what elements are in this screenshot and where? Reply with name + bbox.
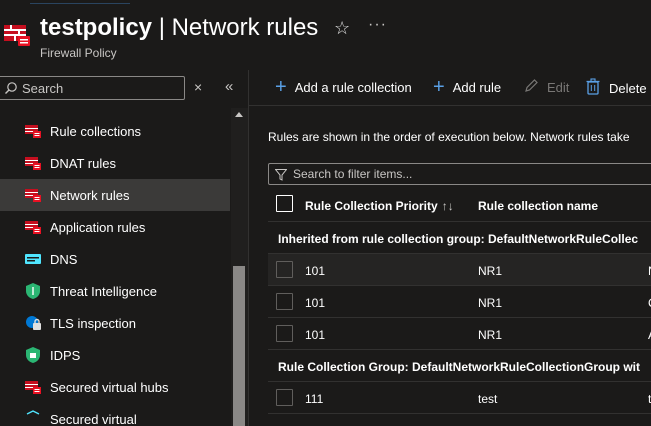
page-header: testpolicy | Network rules Firewall Poli…	[0, 0, 651, 70]
shield-icon	[24, 282, 42, 300]
sidebar-item-dns[interactable]: DNS	[0, 243, 230, 275]
sidebar-item-dnat-rules[interactable]: DNAT rules	[0, 147, 230, 179]
sidebar-item-rule-collections[interactable]: Rule collections	[0, 115, 230, 147]
sidebar-item-label: Rule collections	[50, 123, 142, 139]
delete-button[interactable]: Delete	[585, 78, 647, 99]
group-header-row[interactable]: Inherited from rule collection group: De…	[268, 222, 651, 254]
dns-icon	[24, 250, 42, 268]
sidebar-item-secured-virtual-hubs[interactable]: Secured virtual hubs	[0, 371, 230, 403]
menu-search-box[interactable]	[0, 76, 185, 100]
page-subtitle: Firewall Policy	[40, 46, 117, 60]
filter-icon	[274, 168, 288, 181]
column-header-name[interactable]: Rule collection name	[478, 199, 598, 213]
sidebar-item-threat-intelligence[interactable]: Threat Intelligence	[0, 275, 230, 307]
pencil-icon	[523, 78, 539, 97]
sidebar-scrollbar[interactable]	[231, 108, 248, 426]
firewall-policy-icon	[24, 378, 42, 396]
sidebar-item-label: Network rules	[50, 187, 130, 203]
command-bar: + Add a rule collection + Add rule Edit …	[249, 70, 651, 106]
edit-button[interactable]: Edit	[523, 78, 569, 97]
sidebar-item-label: DNS	[50, 251, 78, 267]
row-priority: 111	[305, 392, 324, 406]
trash-icon	[585, 78, 601, 99]
firewall-policy-icon	[24, 154, 42, 172]
sidebar-item-label: Threat Intelligence	[50, 283, 157, 299]
sidebar-item-tls-inspection[interactable]: TLS inspection	[0, 307, 230, 339]
row-name[interactable]: NR1	[478, 328, 502, 342]
scroll-up-icon[interactable]	[235, 112, 243, 117]
sidebar-item-label: Secured virtual	[50, 411, 137, 426]
row-name[interactable]: NR1	[478, 296, 502, 310]
group-header-row[interactable]: Rule Collection Group: DefaultNetworkRul…	[268, 350, 651, 382]
sidebar-item-label: Application rules	[50, 219, 146, 235]
breadcrumb	[30, 0, 130, 4]
sidebar-item-application-rules[interactable]: Application rules	[0, 211, 230, 243]
firewall-policy-icon	[24, 218, 42, 236]
clear-search-button[interactable]: ×	[194, 79, 202, 95]
star-icon[interactable]: ☆	[334, 18, 350, 39]
filter-box[interactable]	[268, 163, 651, 185]
sidebar-item-label: Secured virtual hubs	[50, 379, 169, 395]
table-row[interactable]: 101 NR1 N	[268, 254, 651, 286]
firewall-policy-icon	[2, 22, 32, 48]
collapse-menu-button[interactable]: «	[225, 78, 233, 95]
sidebar-item-secured-virtual[interactable]: Secured virtual	[0, 403, 230, 426]
row-checkbox[interactable]	[276, 325, 293, 342]
filter-input[interactable]	[293, 166, 651, 182]
main-content: + Add a rule collection + Add rule Edit …	[248, 70, 651, 426]
table-row[interactable]: 111 test t	[268, 382, 651, 414]
sidebar-item-label: TLS inspection	[50, 315, 136, 331]
row-checkbox[interactable]	[276, 389, 293, 406]
idps-shield-icon	[24, 346, 42, 364]
row-priority: 101	[305, 264, 326, 278]
scrollbar-thumb[interactable]	[233, 266, 245, 426]
firewall-policy-icon	[24, 186, 42, 204]
table-row[interactable]: 101 NR1 C	[268, 286, 651, 318]
select-all-checkbox[interactable]	[276, 195, 293, 212]
plus-icon: +	[433, 76, 445, 98]
sidebar-item-idps[interactable]: IDPS	[0, 339, 230, 371]
row-priority: 101	[305, 296, 326, 310]
row-checkbox[interactable]	[276, 293, 293, 310]
column-header-priority[interactable]: Rule Collection Priority ↑↓	[305, 199, 454, 213]
page-title: testpolicy | Network rules	[40, 14, 319, 41]
menu-search-input[interactable]	[22, 79, 177, 97]
rules-description: Rules are shown in the order of executio…	[268, 130, 630, 144]
resource-menu: × « Rule collections DNAT rules Network …	[0, 70, 248, 426]
row-name[interactable]: NR1	[478, 264, 502, 278]
sidebar-item-label: IDPS	[50, 347, 81, 363]
sidebar-item-network-rules[interactable]: Network rules	[0, 179, 230, 211]
search-icon	[4, 81, 18, 95]
sidebar-nav: Rule collections DNAT rules Network rule…	[0, 115, 230, 426]
grid-header-row: Rule Collection Priority ↑↓ Rule collecti…	[268, 188, 651, 222]
table-row[interactable]: 101 NR1 A	[268, 318, 651, 350]
firewall-policy-icon	[24, 122, 42, 140]
row-checkbox[interactable]	[276, 261, 293, 278]
rules-grid: Rule Collection Priority ↑↓ Rule collecti…	[268, 188, 651, 414]
sort-icon[interactable]: ↑↓	[442, 199, 454, 213]
ellipsis-icon[interactable]: ···	[368, 16, 387, 34]
add-rule-collection-button[interactable]: + Add a rule collection	[275, 76, 412, 98]
row-priority: 101	[305, 328, 326, 342]
lock-icon	[24, 314, 42, 332]
row-name[interactable]: test	[478, 392, 497, 406]
add-rule-button[interactable]: + Add rule	[433, 76, 501, 98]
network-icon	[24, 410, 42, 426]
plus-icon: +	[275, 76, 287, 98]
sidebar-item-label: DNAT rules	[50, 155, 116, 171]
